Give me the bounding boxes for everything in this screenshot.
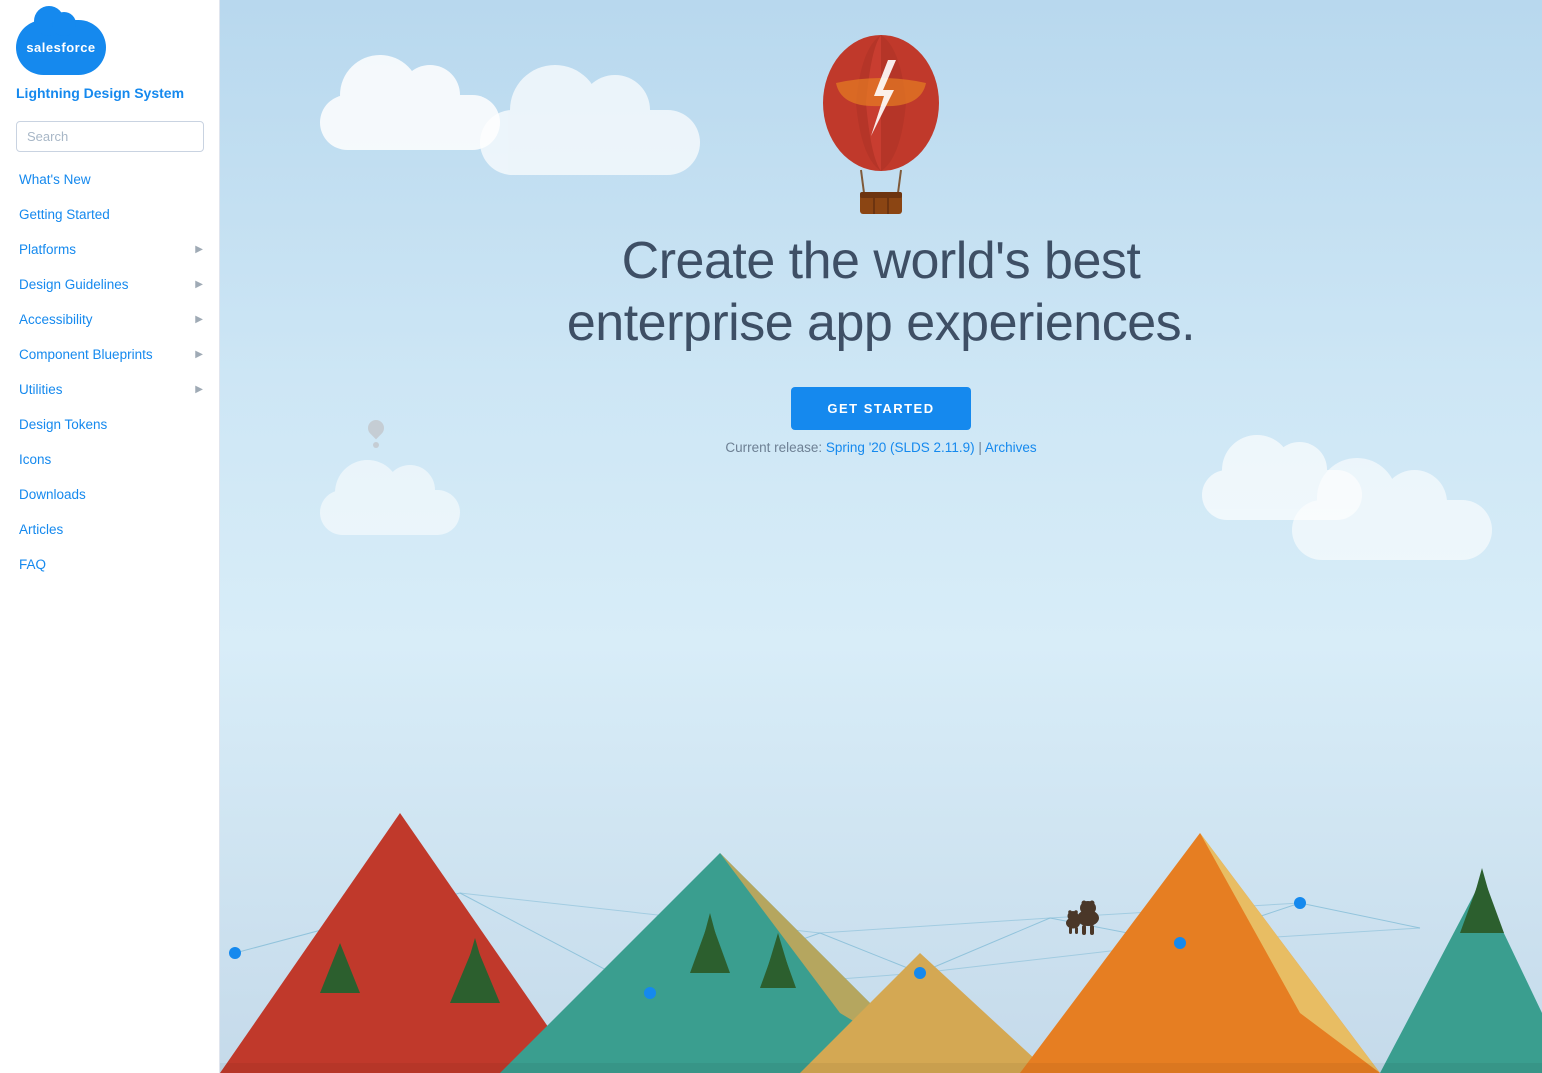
- sidebar-item-articles[interactable]: Articles: [0, 512, 219, 547]
- sidebar-item-faq[interactable]: FAQ: [0, 547, 219, 582]
- cloud-5: [320, 490, 460, 535]
- release-prefix: Current release:: [725, 440, 826, 455]
- landscape-illustration: [220, 733, 1542, 1073]
- search-box-wrap: [16, 121, 204, 152]
- sidebar-item-whats-new[interactable]: What's New: [0, 162, 219, 197]
- release-info: Current release: Spring '20 (SLDS 2.11.9…: [725, 440, 1036, 455]
- cloud-1: [320, 95, 500, 150]
- sidebar-item-design-guidelines[interactable]: Design Guidelines▶: [0, 267, 219, 302]
- hero-heading: Create the world's best enterprise app e…: [531, 230, 1231, 355]
- salesforce-logo[interactable]: salesforce: [16, 20, 106, 75]
- map-pin: [365, 420, 387, 450]
- hero-section: Create the world's best enterprise app e…: [531, 230, 1231, 430]
- sidebar-item-component-blueprints[interactable]: Component Blueprints▶: [0, 337, 219, 372]
- sidebar-item-getting-started[interactable]: Getting Started: [0, 197, 219, 232]
- chevron-right-icon: ▶: [195, 349, 203, 360]
- chevron-right-icon: ▶: [195, 384, 203, 395]
- chevron-right-icon: ▶: [195, 244, 203, 255]
- archives-link[interactable]: Archives: [985, 440, 1037, 455]
- sidebar-title: Lightning Design System: [16, 85, 184, 101]
- sidebar-item-design-tokens[interactable]: Design Tokens: [0, 407, 219, 442]
- sidebar-item-utilities[interactable]: Utilities▶: [0, 372, 219, 407]
- balloon: [816, 18, 946, 223]
- chevron-right-icon: ▶: [195, 279, 203, 290]
- get-started-button[interactable]: GET STARTED: [791, 387, 970, 430]
- release-link[interactable]: Spring '20 (SLDS 2.11.9): [826, 440, 975, 455]
- sidebar-nav: What's NewGetting StartedPlatforms▶Desig…: [0, 162, 219, 582]
- sidebar-item-accessibility[interactable]: Accessibility▶: [0, 302, 219, 337]
- logo-text: salesforce: [26, 40, 95, 55]
- release-separator: |: [975, 440, 985, 455]
- sidebar-item-downloads[interactable]: Downloads: [0, 477, 219, 512]
- cloud-4: [1292, 500, 1492, 560]
- logo-area: salesforce Lightning Design System: [0, 0, 200, 111]
- sidebar: salesforce Lightning Design System What'…: [0, 0, 220, 1073]
- cloud-2: [480, 110, 700, 175]
- sidebar-item-platforms[interactable]: Platforms▶: [0, 232, 219, 267]
- sidebar-item-icons[interactable]: Icons: [0, 442, 219, 477]
- main-content: Create the world's best enterprise app e…: [220, 0, 1542, 1073]
- search-input[interactable]: [16, 121, 204, 152]
- chevron-right-icon: ▶: [195, 314, 203, 325]
